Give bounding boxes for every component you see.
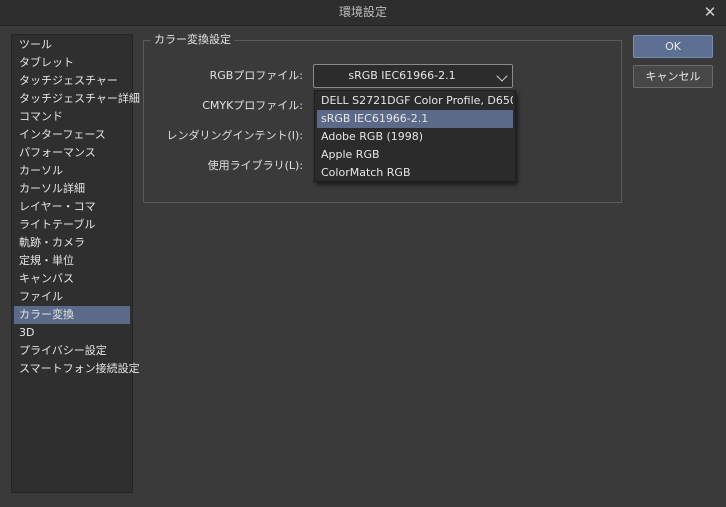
sidebar-item-3d[interactable]: 3D [14, 324, 130, 342]
sidebar-item-command[interactable]: コマンド [14, 108, 130, 126]
close-icon[interactable]: ✕ [700, 2, 720, 22]
sidebar-item-performance[interactable]: パフォーマンス [14, 144, 130, 162]
sidebar-item-interface[interactable]: インターフェース [14, 126, 130, 144]
sidebar-item-ruler-unit[interactable]: 定規・単位 [14, 252, 130, 270]
dropdown-option-dell[interactable]: DELL S2721DGF Color Profile, D6500 [317, 92, 513, 110]
dropdown-option-apple-rgb[interactable]: Apple RGB [317, 146, 513, 164]
library-label: 使用ライブラリ(L): [207, 159, 303, 172]
sidebar-item-touch-gesture-detail[interactable]: タッチジェスチャー詳細 [14, 90, 140, 108]
dropdown-option-srgb[interactable]: sRGB IEC61966-2.1 [317, 110, 513, 128]
sidebar-item-color-conversion[interactable]: カラー変換 [14, 306, 130, 324]
ok-button[interactable]: OK [633, 35, 713, 58]
cmyk-profile-label: CMYKプロファイル: [202, 99, 303, 112]
sidebar-item-file[interactable]: ファイル [14, 288, 130, 306]
title-bar: 環境設定 ✕ [0, 0, 726, 26]
chevron-down-icon[interactable] [496, 70, 508, 82]
sidebar-item-cursor[interactable]: カーソル [14, 162, 130, 180]
sidebar-item-smartphone[interactable]: スマートフォン接続設定 [14, 360, 140, 378]
category-list[interactable]: ツール タブレット タッチジェスチャー タッチジェスチャー詳細 コマンド インタ… [11, 34, 140, 493]
sidebar-item-cursor-detail[interactable]: カーソル詳細 [14, 180, 130, 198]
sidebar-item-layer-frame[interactable]: レイヤー・コマ [14, 198, 130, 216]
window-title: 環境設定 [338, 5, 387, 19]
sidebar-item-track-camera[interactable]: 軌跡・カメラ [14, 234, 130, 252]
sidebar-item-touch-gesture[interactable]: タッチジェスチャー [14, 72, 130, 90]
cancel-button[interactable]: キャンセル [633, 65, 713, 88]
sidebar-item-light-table[interactable]: ライトテーブル [14, 216, 130, 234]
dropdown-option-adobe-rgb[interactable]: Adobe RGB (1998) [317, 128, 513, 146]
rgb-profile-dropdown[interactable]: DELL S2721DGF Color Profile, D6500 sRGB … [314, 90, 516, 182]
sidebar-item-canvas[interactable]: キャンバス [14, 270, 130, 288]
rgb-profile-label: RGBプロファイル: [209, 69, 303, 82]
rgb-profile-select[interactable]: sRGB IEC61966-2.1 [313, 64, 513, 88]
group-title: カラー変換設定 [151, 32, 234, 48]
rendering-intent-label: レンダリングインテント(I): [166, 129, 303, 142]
sidebar-item-privacy[interactable]: プライバシー設定 [14, 342, 130, 360]
dropdown-option-colormatch-rgb[interactable]: ColorMatch RGB [317, 164, 513, 182]
sidebar-item-tablet[interactable]: タブレット [14, 54, 130, 72]
rgb-profile-value: sRGB IEC61966-2.1 [348, 69, 456, 82]
sidebar-item-tool[interactable]: ツール [14, 36, 130, 54]
